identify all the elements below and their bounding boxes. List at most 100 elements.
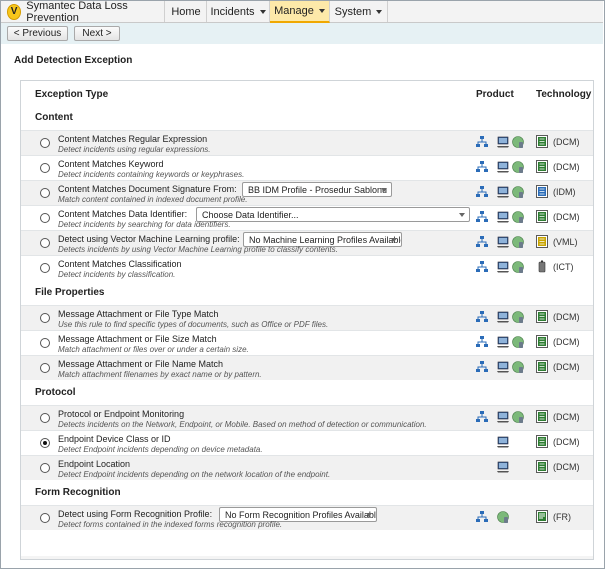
endpoint-icon: [496, 185, 510, 199]
exception-row[interactable]: Content Matches Data Identifier: Choose D…: [21, 205, 593, 230]
network-icon: [475, 310, 489, 324]
technology-label: (DCM): [553, 436, 580, 447]
exception-row[interactable]: Content Matches Document Signature From:…: [21, 180, 593, 205]
exception-description: Detects incidents by using Vector Machin…: [58, 245, 338, 254]
network-icon: [475, 335, 489, 349]
exception-row[interactable]: Message Attachment or File Name Match Mat…: [21, 355, 593, 380]
technology-label: (DCM): [553, 336, 580, 347]
exception-row[interactable]: Detect using Form Recognition Profile: No…: [21, 505, 593, 530]
exception-title: Message Attachment or File Type Match: [58, 309, 219, 319]
technology-cell: (DCM): [536, 435, 580, 448]
fr-icon: [536, 510, 548, 523]
endpoint-icon: [496, 435, 510, 449]
vml-icon: [536, 235, 548, 248]
technology-label: (ICT): [553, 261, 574, 272]
app-name: Symantec Data Loss Prevention: [26, 0, 128, 24]
exception-row[interactable]: Content Matches Regular Expression Detect…: [21, 130, 593, 155]
exception-select[interactable]: BB IDM Profile - Prosedur Sablonu: [242, 182, 392, 197]
mobile-icon: [496, 510, 510, 524]
nav-manage[interactable]: Manage: [270, 1, 330, 23]
exception-radio[interactable]: [40, 138, 50, 148]
technology-label: (DCM): [553, 136, 580, 147]
network-icon: [475, 135, 489, 149]
mobile-icon: [511, 210, 525, 224]
mobile-icon: [511, 410, 525, 424]
chevron-down-icon: [391, 238, 397, 242]
mobile-icon: [511, 260, 525, 274]
nav-system[interactable]: System: [330, 1, 388, 22]
nav-home-label: Home: [171, 5, 201, 18]
exception-row[interactable]: Content Matches Classification Detect inc…: [21, 255, 593, 280]
ict-icon: [536, 260, 548, 273]
exception-description: Match content contained in indexed docum…: [58, 195, 248, 204]
mobile-icon: [511, 160, 525, 174]
endpoint-icon: [496, 410, 510, 424]
exception-row[interactable]: Message Attachment or File Type Match Use…: [21, 305, 593, 330]
exception-row[interactable]: Content Matches Keyword Detect incidents …: [21, 155, 593, 180]
exception-title: Protocol or Endpoint Monitoring: [58, 409, 185, 419]
exception-radio[interactable]: [40, 513, 50, 523]
dcm-icon: [536, 310, 548, 323]
previous-button[interactable]: < Previous: [7, 26, 68, 41]
exception-row[interactable]: Message Attachment or File Size Match Mat…: [21, 330, 593, 355]
exception-row[interactable]: Detect using Vector Machine Learning pro…: [21, 230, 593, 255]
endpoint-icon: [496, 460, 510, 474]
exception-radio[interactable]: [40, 413, 50, 423]
exception-radio[interactable]: [40, 438, 50, 448]
network-icon: [475, 510, 489, 524]
idm-icon: [536, 185, 548, 198]
exception-radio[interactable]: [40, 263, 50, 273]
technology-label: (FR): [553, 511, 571, 522]
nav-incidents-label: Incidents: [210, 5, 255, 18]
technology-label: (DCM): [553, 211, 580, 222]
exception-title: Content Matches Regular Expression: [58, 134, 208, 144]
exception-radio[interactable]: [40, 213, 50, 223]
list-bottom-edge: [21, 556, 593, 559]
network-icon: [475, 360, 489, 374]
dcm-icon: [536, 135, 548, 148]
brand[interactable]: V Symantec Data Loss Prevention: [1, 0, 165, 24]
exception-radio[interactable]: [40, 163, 50, 173]
nav-home[interactable]: Home: [166, 1, 207, 22]
nav-incidents[interactable]: Incidents: [207, 1, 270, 22]
exception-radio[interactable]: [40, 238, 50, 248]
network-icon: [475, 235, 489, 249]
exception-radio[interactable]: [40, 338, 50, 348]
exception-title: Content Matches Data Identifier:: [58, 209, 188, 219]
page-title: Add Detection Exception: [14, 55, 133, 66]
wizard-toolbar: < Previous Next >: [1, 23, 603, 44]
dcm-icon: [536, 360, 548, 373]
exception-radio[interactable]: [40, 188, 50, 198]
technology-cell: (IDM): [536, 185, 576, 198]
technology-label: (DCM): [553, 361, 580, 372]
exception-select[interactable]: Choose Data Identifier...: [196, 207, 470, 222]
technology-cell: (DCM): [536, 460, 580, 473]
endpoint-icon: [496, 160, 510, 174]
exception-row[interactable]: Endpoint Device Class or ID Detect Endpoi…: [21, 430, 593, 455]
exception-title: Content Matches Document Signature From:: [58, 184, 237, 194]
dcm-icon: [536, 335, 548, 348]
technology-cell: (DCM): [536, 335, 580, 348]
technology-cell: (DCM): [536, 360, 580, 373]
mobile-icon: [511, 335, 525, 349]
network-icon: [475, 185, 489, 199]
exception-select-value: No Machine Learning Profiles Available: [249, 234, 402, 245]
exception-description: Detect incidents using regular expressio…: [58, 145, 211, 154]
exception-radio[interactable]: [40, 363, 50, 373]
exception-radio[interactable]: [40, 463, 50, 473]
mobile-icon: [511, 360, 525, 374]
exception-row[interactable]: Endpoint Location Detect Endpoint inciden…: [21, 455, 593, 480]
exception-description: Detect forms contained in the indexed fo…: [58, 520, 283, 529]
column-header-exception-type: Exception Type: [35, 89, 109, 100]
exception-row[interactable]: Protocol or Endpoint Monitoring Detects i…: [21, 405, 593, 430]
exception-radio[interactable]: [40, 313, 50, 323]
technology-cell: (DCM): [536, 210, 580, 223]
endpoint-icon: [496, 335, 510, 349]
dcm-icon: [536, 410, 548, 423]
technology-label: (DCM): [553, 161, 580, 172]
exception-select-value: No Form Recognition Profiles Available: [225, 509, 377, 520]
dcm-icon: [536, 435, 548, 448]
next-button[interactable]: Next >: [74, 26, 120, 41]
network-icon: [475, 210, 489, 224]
section-header-form-recognition: Form Recognition: [35, 487, 121, 498]
